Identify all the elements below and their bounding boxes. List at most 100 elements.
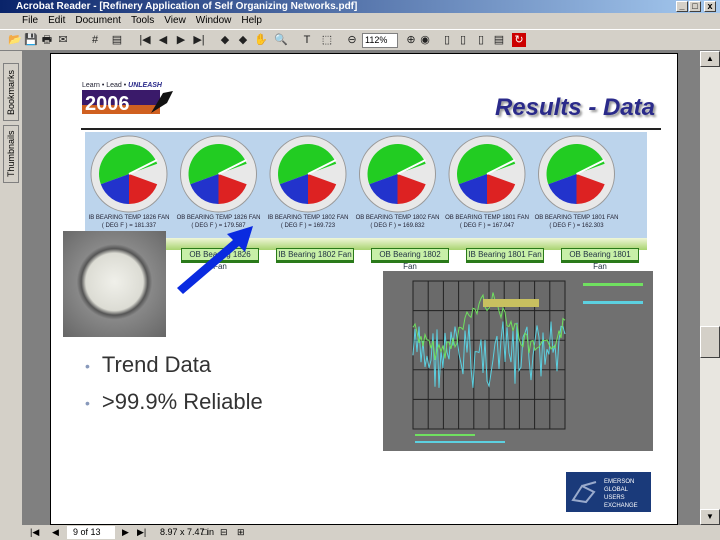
- title-divider: [81, 128, 661, 130]
- prev-page-icon[interactable]: ◀: [156, 33, 170, 47]
- save-icon[interactable]: 💾: [24, 33, 38, 47]
- menu-window[interactable]: Window: [196, 15, 232, 26]
- gauge-title: IB BEARING TEMP 1802 FAN: [267, 215, 349, 221]
- menu-help[interactable]: Help: [241, 15, 262, 26]
- scroll-thumb[interactable]: [700, 326, 720, 358]
- tab-bookmarks[interactable]: Bookmarks: [3, 63, 19, 121]
- gauge-value: ( DEG F ) = 181.337: [101, 223, 157, 229]
- unleash-2006-logo: Learn • Lead • UNLEASH 2006: [82, 82, 173, 115]
- snapshot-icon[interactable]: ⬚: [320, 33, 334, 47]
- next-page-button[interactable]: ▶: [122, 525, 129, 540]
- back-icon[interactable]: ◆: [218, 33, 232, 47]
- text-select-icon[interactable]: T: [300, 33, 314, 47]
- gauge-label: IB BEARING TEMP 1802 FAN ( DEG F ) = 169.…: [262, 214, 354, 230]
- scroll-down-button[interactable]: ▼: [700, 509, 720, 525]
- gauge-dial: [90, 135, 168, 213]
- first-page-icon[interactable]: |◀: [138, 33, 152, 47]
- rotate-icon[interactable]: ▤: [492, 33, 506, 47]
- fit-width-icon[interactable]: ▯: [456, 33, 470, 47]
- svg-text:2006: 2006: [85, 93, 130, 115]
- open-icon[interactable]: 📂: [8, 33, 22, 47]
- fit-page-icon[interactable]: ▯: [440, 33, 454, 47]
- pdf-page: Learn • Lead • UNLEASH 2006 Results - Da…: [50, 53, 678, 525]
- vertical-scrollbar[interactable]: ▲ ▼: [700, 51, 720, 525]
- gauge-value: ( DEG F ) = 169.723: [280, 223, 336, 229]
- prev-page-button[interactable]: ◀: [52, 525, 59, 540]
- last-page-icon[interactable]: ▶|: [192, 33, 206, 47]
- menu-file[interactable]: File: [22, 15, 38, 26]
- reflow-icon[interactable]: ▯: [474, 33, 488, 47]
- gauge-dial: [359, 135, 436, 213]
- emerson-logo: EMERSON GLOBAL USERS EXCHANGE: [566, 472, 651, 512]
- gauge-label: OB BEARING TEMP 1801 FAN ( DEG F ) = 167.…: [441, 214, 533, 230]
- first-page-button[interactable]: |◀: [30, 525, 39, 540]
- gauge-dial: [180, 135, 257, 213]
- gauge-title: OB BEARING TEMP 1802 FAN: [355, 215, 440, 221]
- maximize-button[interactable]: □: [689, 1, 701, 12]
- gauge-dial: [269, 135, 347, 213]
- bullet-text: Trend Data: [101, 352, 212, 377]
- gauge-label: IB BEARING TEMP 1826 FAN ( DEG F ) = 181.…: [83, 214, 175, 230]
- facing-icon[interactable]: ⊞: [237, 525, 245, 540]
- zoom-tool-icon[interactable]: 🔍: [274, 33, 288, 47]
- fan-button[interactable]: OB Bearing 1802 Fan: [371, 248, 449, 271]
- title-bar: Acrobat Reader - [Refinery Application o…: [0, 0, 720, 13]
- forward-icon[interactable]: ◆: [236, 33, 250, 47]
- gauge-value: ( DEG F ) = 169.832: [370, 223, 425, 229]
- zoom-out-icon[interactable]: ⊖: [345, 33, 359, 47]
- emerson-text: USERS: [604, 495, 625, 501]
- menu-bar: File Edit Document Tools View Window Help: [0, 13, 720, 29]
- minimize-button[interactable]: _: [676, 1, 688, 12]
- close-button[interactable]: x: [704, 1, 716, 12]
- menu-view[interactable]: View: [164, 15, 186, 26]
- svg-text:Learn • Lead • UNLEASH: Learn • Lead • UNLEASH: [82, 82, 163, 89]
- gauge-title: OB BEARING TEMP 1801 FAN: [534, 215, 619, 221]
- emerson-text: GLOBAL: [604, 487, 629, 493]
- fan-button[interactable]: IB Bearing 1802 Fan: [276, 248, 354, 263]
- zoom-in-icon[interactable]: ⊕: [404, 33, 418, 47]
- gauge-value: ( DEG F ) = 167.047: [459, 223, 515, 229]
- menu-tools[interactable]: Tools: [131, 15, 154, 26]
- actual-size-icon[interactable]: ◉: [418, 33, 432, 47]
- fan-button[interactable]: OB Bearing 1801 Fan: [561, 248, 639, 271]
- fan-button[interactable]: IB Bearing 1801 Fan: [466, 248, 544, 263]
- menu-edit[interactable]: Edit: [48, 15, 65, 26]
- print-icon[interactable]: 🖶: [40, 33, 54, 47]
- tab-thumbnails[interactable]: Thumbnails: [3, 125, 19, 183]
- status-bar: |◀ ◀ 9 of 13 ▶ ▶| 8.97 x 7.47 in □ ⊟ ⊞: [22, 525, 720, 540]
- adobe-icon[interactable]: ↻: [512, 33, 526, 47]
- email-icon[interactable]: ✉: [56, 33, 70, 47]
- gauge-value: ( DEG F ) = 162.303: [549, 223, 604, 229]
- gauge-dial: [538, 135, 615, 213]
- continuous-icon[interactable]: ⊟: [220, 525, 228, 540]
- find-icon[interactable]: #: [88, 33, 102, 47]
- gauge-panel: IB BEARING TEMP 1826 FAN ( DEG F ) = 181.…: [85, 132, 647, 250]
- zoom-field[interactable]: 112%: [362, 33, 398, 48]
- bookmark-icon[interactable]: ▤: [110, 33, 124, 47]
- temperature-gauge-photo: [63, 231, 166, 337]
- toolbar: 📂 💾 🖶 ✉ # ▤ |◀ ◀ ▶ ▶| ◆ ◆ ✋ 🔍 T ⬚ ⊖ ⊕ ◉ ▯ ▯ ▯ ▤ ↻ 112%: [0, 29, 720, 51]
- hand-tool-icon[interactable]: ✋: [254, 33, 268, 47]
- next-page-icon[interactable]: ▶: [174, 33, 188, 47]
- bullet-text: >99.9% Reliable: [101, 389, 263, 414]
- window-title: Acrobat Reader - [Refinery Application o…: [16, 1, 358, 12]
- emerson-text: EXCHANGE: [604, 503, 638, 509]
- page-number-field[interactable]: 9 of 13: [67, 526, 115, 539]
- gauge-title: OB BEARING TEMP 1801 FAN: [445, 215, 529, 221]
- slide-title: Results - Data: [494, 94, 655, 121]
- navigation-tabs: Bookmarks Thumbnails: [0, 51, 22, 525]
- gauge-label: OB BEARING TEMP 1802 FAN ( DEG F ) = 169.…: [352, 214, 444, 230]
- emerson-text: EMERSON: [604, 479, 635, 485]
- single-page-icon[interactable]: □: [202, 525, 207, 540]
- gauge-dial: [448, 135, 526, 213]
- gauge-label: OB BEARING TEMP 1801 FAN ( DEG F ) = 162.…: [531, 214, 623, 230]
- last-page-button[interactable]: ▶|: [137, 525, 146, 540]
- bullet-item: • >99.9% Reliable: [85, 389, 263, 414]
- bullet-item: • Trend Data: [85, 352, 212, 377]
- scroll-up-button[interactable]: ▲: [700, 51, 720, 67]
- gauge-title: IB BEARING TEMP 1826 FAN: [88, 215, 170, 221]
- gauge-title: OB BEARING TEMP 1826 FAN: [176, 215, 261, 221]
- blue-arrow: [177, 226, 253, 294]
- trend-chart-image: [383, 271, 653, 451]
- menu-document[interactable]: Document: [75, 15, 121, 26]
